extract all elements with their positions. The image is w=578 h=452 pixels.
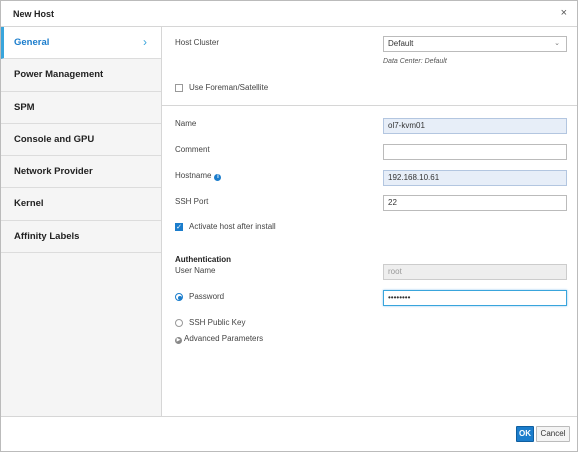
hostname-input[interactable]: 192.168.10.61 — [383, 170, 567, 186]
name-input[interactable]: ol7-kvm01 — [383, 118, 567, 134]
sidebar-item-affinity-labels[interactable]: Affinity Labels — [1, 221, 161, 254]
sidebar-item-label: General — [14, 37, 50, 48]
info-icon[interactable]: i — [214, 174, 222, 181]
name-label: Name — [175, 119, 197, 128]
general-panel: Host Cluster Default ⌄ Data Center: Defa… — [162, 27, 577, 416]
activate-host-checkbox[interactable]: ✓ — [175, 223, 183, 231]
new-host-dialog: New Host × General › Power Management SP… — [0, 0, 578, 452]
ssh-port-label: SSH Port — [175, 197, 209, 206]
sidebar-item-console-gpu[interactable]: Console and GPU — [1, 124, 161, 157]
advanced-parameters-label: Advanced Parameters — [184, 334, 264, 343]
sidebar-item-label: Power Management — [14, 69, 104, 81]
close-icon[interactable]: × — [561, 7, 567, 19]
password-radio[interactable] — [175, 293, 183, 301]
use-foreman-checkbox[interactable] — [175, 84, 183, 92]
hostname-label: Hostname i — [175, 171, 222, 181]
sidebar-item-label: Network Provider — [14, 166, 93, 178]
authentication-heading: Authentication — [175, 255, 231, 264]
comment-label: Comment — [175, 145, 210, 154]
ssh-port-input[interactable]: 22 — [383, 195, 567, 211]
sidebar-item-power-management[interactable]: Power Management — [1, 59, 161, 92]
host-cluster-value: Default — [388, 39, 414, 48]
ssh-public-key-label: SSH Public Key — [189, 318, 246, 327]
host-cluster-label: Host Cluster — [175, 38, 220, 47]
expand-arrow-icon: ▶ — [175, 337, 182, 344]
sidebar-item-network-provider[interactable]: Network Provider — [1, 156, 161, 189]
password-input[interactable]: •••••••• — [383, 290, 567, 306]
sidebar-item-spm[interactable]: SPM — [1, 92, 161, 124]
chevron-right-icon: › — [143, 35, 147, 49]
ok-button[interactable]: OK — [516, 426, 534, 442]
host-cluster-select[interactable]: Default ⌄ — [383, 36, 567, 52]
password-label: Password — [189, 292, 225, 301]
comment-input[interactable] — [383, 144, 567, 160]
section-divider — [162, 105, 577, 106]
ssh-public-key-radio[interactable] — [175, 319, 183, 327]
user-name-label: User Name — [175, 266, 216, 275]
hostname-label-text: Hostname — [175, 171, 212, 180]
activate-host-label: Activate host after install — [189, 222, 276, 231]
sidebar-item-label: Kernel — [14, 198, 44, 210]
dialog-header: New Host × — [1, 1, 577, 27]
user-name-input: root — [383, 264, 567, 280]
dialog-title: New Host — [13, 9, 55, 19]
advanced-parameters-toggle[interactable]: ▶ Advanced Parameters — [175, 334, 263, 344]
sidebar-item-kernel[interactable]: Kernel — [1, 188, 161, 221]
chevron-down-icon: ⌄ — [554, 40, 560, 47]
cancel-button[interactable]: Cancel — [536, 426, 570, 442]
sidebar-item-label: SPM — [14, 101, 35, 113]
data-center-note: Data Center: Default — [383, 58, 447, 65]
sidebar-item-general[interactable]: General › — [1, 27, 161, 60]
sidebar: General › Power Management SPM Console a… — [1, 27, 162, 416]
use-foreman-label: Use Foreman/Satellite — [189, 83, 269, 92]
sidebar-item-label: Affinity Labels — [14, 230, 80, 242]
sidebar-item-label: Console and GPU — [14, 133, 95, 145]
dialog-footer: OK Cancel — [1, 416, 577, 451]
